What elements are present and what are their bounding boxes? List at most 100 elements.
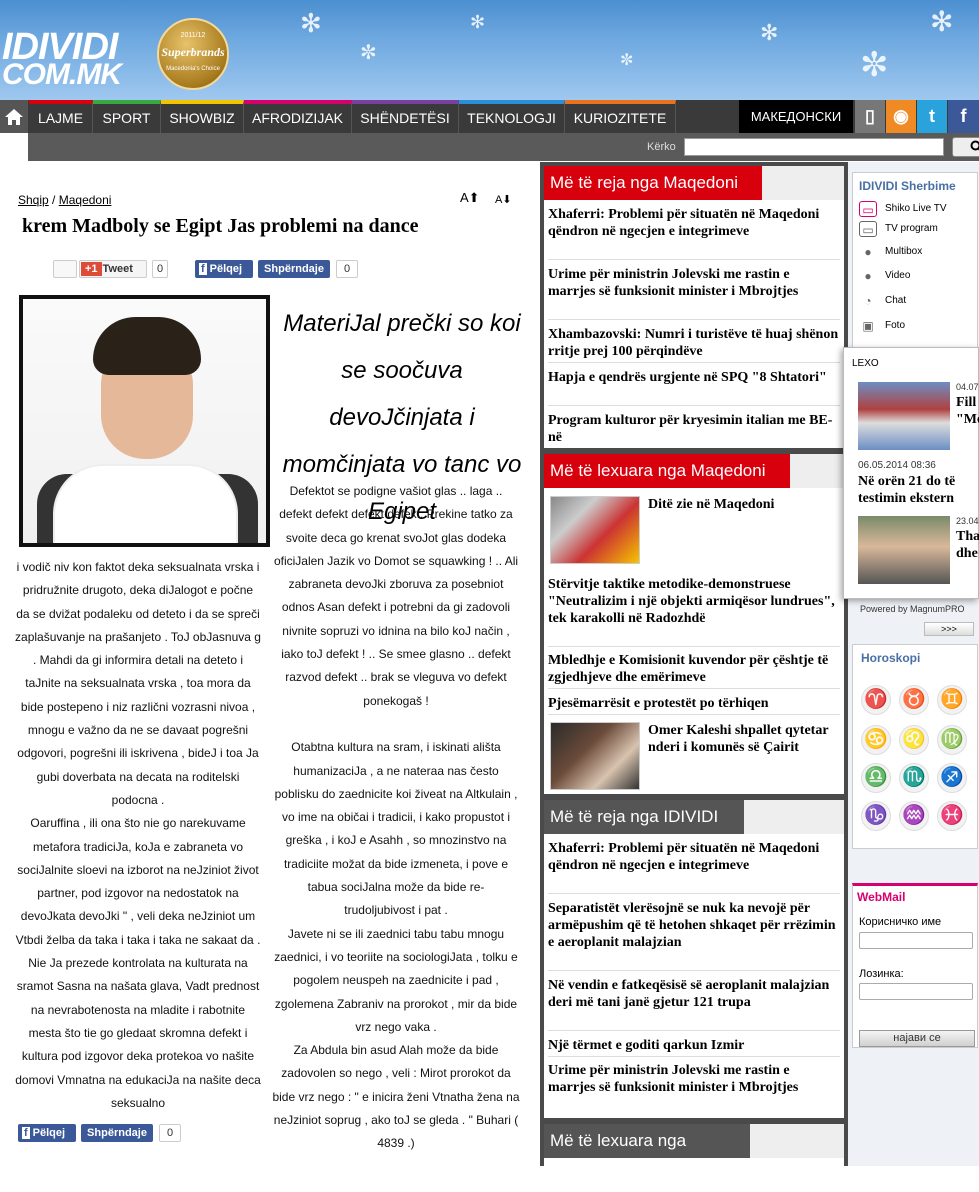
facebook-icon: f [199, 263, 207, 275]
service-foto[interactable]: Foto [885, 320, 905, 331]
facebook-share-count: 0 [336, 260, 358, 278]
webmail-title: WebMail [857, 890, 905, 904]
scorpio-icon[interactable]: ♏ [899, 763, 929, 793]
aquarius-icon[interactable]: ♒ [899, 801, 929, 831]
news-link[interactable]: Pjesëmarrësit e protestët po tërhiqen [548, 695, 840, 715]
cancer-icon[interactable]: ♋ [861, 725, 891, 755]
more-button[interactable]: >>> [924, 622, 974, 636]
news-link[interactable]: Mbledhje e Komisionit kuvendor për çësht… [548, 652, 840, 689]
horoscope-title: Horoskopi [861, 651, 920, 665]
tv-program-icon: ▭ [859, 221, 877, 237]
news-link[interactable]: Xhambazovski: Numri i turistëve të huaj … [548, 326, 840, 363]
badge-caption: Macedonia's Choice [159, 66, 227, 72]
news-link[interactable]: Ditë zie në Maqedoni [648, 496, 838, 564]
snowflake-icon: ✻ [300, 8, 322, 39]
language-switch-macedonian[interactable]: МАКЕДОНСКИ [739, 100, 853, 133]
popup-label: LEXO [852, 358, 879, 369]
nav-item-lajme[interactable]: LAJME [29, 100, 93, 133]
news-link[interactable]: Stërvitje taktike metodike-demonstruese … [548, 576, 840, 647]
section-title: Më të lexuara nga IDIVIDI [544, 1124, 750, 1158]
share-small-button[interactable] [53, 260, 77, 278]
news-thumbnail[interactable] [550, 496, 640, 564]
pisces-icon[interactable]: ♓ [937, 801, 967, 831]
libra-icon[interactable]: ♎ [861, 763, 891, 793]
gemini-icon[interactable]: ♊ [937, 685, 967, 715]
password-input[interactable] [859, 983, 973, 1000]
news-link[interactable]: Urime për ministrin Jolevski me rastin e… [548, 266, 840, 320]
popup-link[interactable]: Fill "Me [956, 394, 979, 428]
aries-icon[interactable]: ♈ [861, 685, 891, 715]
news-sidebar: Më të reja nga Maqedoni Xhaferri: Proble… [540, 162, 848, 1166]
popup-link[interactable]: Tha dhe [956, 528, 979, 562]
snowflake-icon: ✼ [620, 50, 633, 70]
facebook-share-button-bottom[interactable]: Shpërndaje [81, 1124, 153, 1142]
superbrands-badge: 2011/12 Superbrands Macedonia's Choice [157, 18, 229, 90]
font-increase-button[interactable]: A⬆ [460, 190, 480, 206]
facebook-icon: f [22, 1127, 30, 1139]
article-title: krem Madboly se Egipt Jas problemi na da… [22, 215, 419, 238]
mobile-icon[interactable]: ▯ [855, 100, 885, 133]
chat-icon: ◔ [859, 293, 877, 309]
breadcrumb-maqedoni[interactable]: Maqedoni [59, 193, 112, 207]
service-live-tv[interactable]: Shiko Live TV [885, 203, 947, 214]
nav-item-afrodizijak[interactable]: AFRODIZIJAK [244, 100, 352, 133]
leo-icon[interactable]: ♌ [899, 725, 929, 755]
header-banner: ✻ ✼ ✻ ✼ ✻ ✼ ✻ IDIVIDI COM.MK 2011/12 Sup… [0, 0, 979, 100]
service-chat[interactable]: Chat [885, 295, 906, 306]
search-button[interactable] [952, 137, 979, 157]
section-title: Më të reja nga Maqedoni [544, 166, 762, 200]
popup-thumbnail[interactable] [858, 516, 950, 584]
service-multibox[interactable]: Multibox [885, 246, 922, 257]
nav-item-shendetesi[interactable]: SHËNDETËSI [352, 100, 459, 133]
service-tv-program[interactable]: TV program [885, 223, 938, 234]
site-logo[interactable]: IDIVIDI COM.MK [2, 26, 132, 90]
news-link[interactable]: Xhaferri: Problemi për situatën në Maqed… [548, 206, 840, 260]
gplus-button[interactable]: +1Tweet [79, 260, 147, 278]
taurus-icon[interactable]: ♉ [899, 685, 929, 715]
search-input[interactable] [684, 138, 944, 156]
rss-icon[interactable]: ◉ [886, 100, 916, 133]
popup-date: 23.04 [956, 516, 979, 526]
virgo-icon[interactable]: ♍ [937, 725, 967, 755]
facebook-like-button[interactable]: fPëlqej [195, 260, 253, 278]
popup-thumbnail[interactable] [858, 382, 950, 450]
news-link[interactable]: Një tërmet e goditi qarkun Izmir [548, 1037, 840, 1057]
sagittarius-icon[interactable]: ♐ [937, 763, 967, 793]
login-button[interactable]: најави се [859, 1030, 975, 1047]
facebook-like-button-bottom[interactable]: fPëlqej [18, 1124, 76, 1142]
news-link[interactable]: Program kulturor për kryesimin italian m… [548, 412, 840, 448]
news-link[interactable]: Xhaferri: Problemi për situatën në Maqed… [548, 840, 840, 894]
webmail-box: WebMail Корисничко име Лозинка: најави с… [852, 883, 978, 1048]
facebook-share-button[interactable]: Shpërndaje [258, 260, 330, 278]
nav-item-sport[interactable]: SPORT [93, 100, 161, 133]
news-link[interactable]: Urime për ministrin Jolevski me rastin e… [548, 1062, 840, 1116]
breadcrumb-shqip[interactable]: Shqip [18, 193, 49, 207]
main-navigation: LAJME SPORT SHOWBIZ AFRODIZIJAK SHËNDETË… [0, 100, 979, 133]
username-input[interactable] [859, 932, 973, 949]
nav-item-kuriozitete[interactable]: KURIOZITETE [565, 100, 676, 133]
badge-years: 2011/12 [159, 32, 227, 39]
facebook-icon[interactable]: f [948, 100, 979, 133]
section-title: Më të reja nga IDIVIDI [544, 800, 744, 834]
nav-item-teknologji[interactable]: TEKNOLOGJI [459, 100, 565, 133]
article-text-column-2: Defektot se podigne vašiot glas .. laga … [272, 480, 520, 1156]
horoscope-box: Horoskopi ♈ ♉ ♊ ♋ ♌ ♍ ♎ ♏ ♐ ♑ ♒ ♓ [852, 644, 978, 849]
popup-date: 04.07 [956, 382, 979, 392]
nav-item-showbiz[interactable]: SHOWBIZ [161, 100, 244, 133]
section-title: Më të lexuara nga Maqedoni [544, 454, 790, 488]
video-icon: ● [859, 268, 877, 284]
tv-icon: ▭ [859, 201, 877, 217]
news-link[interactable]: Hapja e qendrës urgjente në SPQ "8 Shtat… [548, 369, 840, 406]
news-link[interactable]: Separatistët vlerësojnë se nuk ka nevojë… [548, 900, 840, 971]
font-decrease-button[interactable]: A⬇ [495, 193, 512, 206]
facebook-share-count-bottom: 0 [159, 1124, 181, 1142]
capricorn-icon[interactable]: ♑ [861, 801, 891, 831]
home-button[interactable] [0, 100, 28, 133]
service-video[interactable]: Video [885, 270, 910, 281]
news-link[interactable]: Omer Kaleshi shpallet qytetar nderi i ko… [648, 722, 838, 790]
popup-link[interactable]: Në orën 21 do të testimin ekstern [858, 473, 979, 507]
twitter-icon[interactable]: t [917, 100, 947, 133]
snowflake-icon: ✻ [760, 20, 778, 46]
news-thumbnail[interactable] [550, 722, 640, 790]
news-link[interactable]: Në vendin e fatkeqësisë së aeroplanit ma… [548, 977, 840, 1031]
